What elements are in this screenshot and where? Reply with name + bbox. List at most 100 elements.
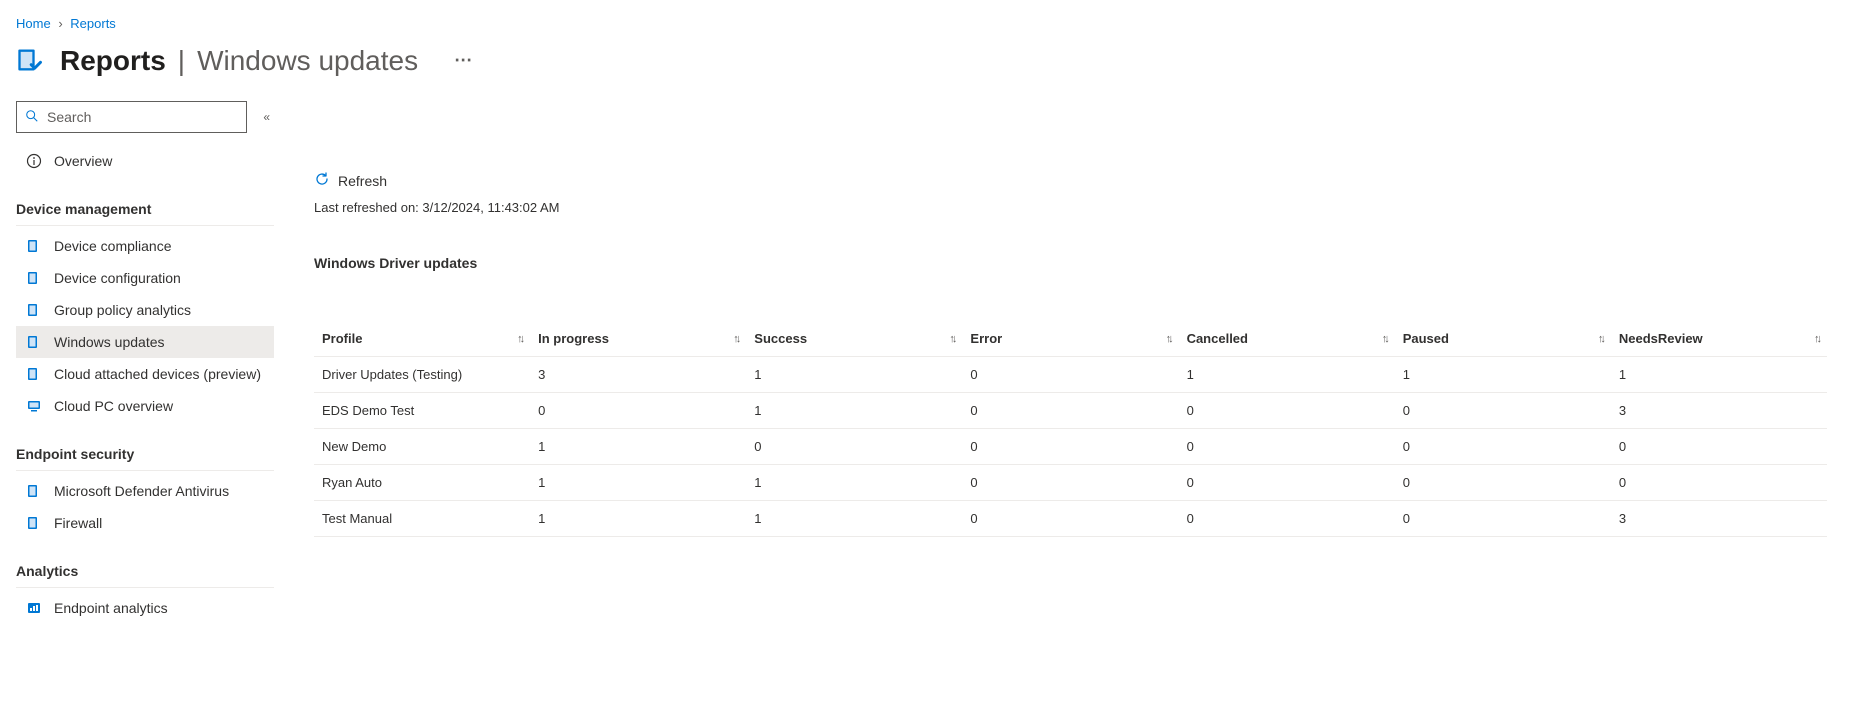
- sort-icon: ↑↓: [949, 333, 954, 345]
- table-cell-profile: EDS Demo Test: [314, 393, 530, 429]
- sidebar-item-group-policy-analytics[interactable]: Group policy analytics: [16, 294, 274, 326]
- analytics-icon: [26, 600, 42, 616]
- sidebar-item-label: Endpoint analytics: [54, 600, 168, 616]
- sidebar-item-firewall[interactable]: Firewall: [16, 507, 274, 539]
- table-cell-cancelled: 1: [1179, 357, 1395, 393]
- table-cell-cancelled: 0: [1179, 429, 1395, 465]
- sidebar-item-label: Microsoft Defender Antivirus: [54, 483, 229, 499]
- device-icon: [26, 483, 42, 499]
- chevron-right-icon: ›: [58, 16, 62, 31]
- column-header-error[interactable]: Error↑↓: [962, 321, 1178, 357]
- table-cell-needs-review: 1: [1611, 357, 1827, 393]
- table-cell-success: 0: [746, 429, 962, 465]
- sidebar-item-device-compliance[interactable]: Device compliance: [16, 230, 274, 262]
- page-title-sub: Windows updates: [197, 45, 418, 77]
- table-cell-paused: 0: [1395, 501, 1611, 537]
- sidebar-section-analytics: Analytics: [16, 557, 274, 588]
- column-header-paused[interactable]: Paused↑↓: [1395, 321, 1611, 357]
- table-cell-success: 1: [746, 465, 962, 501]
- table-cell-in-progress: 0: [530, 393, 746, 429]
- sidebar-section-device-mgmt: Device management: [16, 195, 274, 226]
- table-cell-cancelled: 0: [1179, 393, 1395, 429]
- sidebar-item-label: Overview: [54, 153, 112, 169]
- table-cell-needs-review: 0: [1611, 429, 1827, 465]
- table-cell-needs-review: 3: [1611, 393, 1827, 429]
- refresh-icon: [314, 171, 330, 190]
- table-cell-cancelled: 0: [1179, 465, 1395, 501]
- table-cell-cancelled: 0: [1179, 501, 1395, 537]
- sidebar-item-windows-updates[interactable]: Windows updates: [16, 326, 274, 358]
- sidebar-section-endpoint-security: Endpoint security: [16, 440, 274, 471]
- table-row[interactable]: Driver Updates (Testing)310111: [314, 357, 1827, 393]
- table-cell-in-progress: 1: [530, 465, 746, 501]
- table-row[interactable]: Test Manual110003: [314, 501, 1827, 537]
- device-icon: [26, 515, 42, 531]
- sidebar-item-label: Cloud attached devices (preview): [54, 366, 261, 382]
- column-header-profile[interactable]: Profile↑↓: [314, 321, 530, 357]
- breadcrumb-reports-link[interactable]: Reports: [70, 16, 116, 31]
- device-icon: [26, 270, 42, 286]
- table-cell-success: 1: [746, 393, 962, 429]
- device-icon: [26, 238, 42, 254]
- table-cell-error: 0: [962, 393, 1178, 429]
- table-row[interactable]: Ryan Auto110000: [314, 465, 1827, 501]
- table-cell-error: 0: [962, 357, 1178, 393]
- last-refreshed-text: Last refreshed on: 3/12/2024, 11:43:02 A…: [314, 200, 1827, 215]
- table-cell-needs-review: 0: [1611, 465, 1827, 501]
- collapse-sidebar-button[interactable]: «: [259, 106, 274, 128]
- cloud-pc-icon: [26, 398, 42, 414]
- table-cell-error: 0: [962, 429, 1178, 465]
- column-header-cancelled[interactable]: Cancelled↑↓: [1179, 321, 1395, 357]
- search-box[interactable]: [16, 101, 247, 133]
- table-cell-error: 0: [962, 501, 1178, 537]
- sort-icon: ↑↓: [733, 333, 738, 345]
- more-actions-button[interactable]: ⋯: [454, 50, 474, 77]
- table-cell-paused: 0: [1395, 393, 1611, 429]
- sidebar-item-label: Firewall: [54, 515, 102, 531]
- device-icon: [26, 334, 42, 350]
- page-header: Reports | Windows updates ⋯: [16, 45, 1847, 77]
- table-cell-paused: 1: [1395, 357, 1611, 393]
- column-header-needs-review[interactable]: NeedsReview↑↓: [1611, 321, 1827, 357]
- table-row[interactable]: EDS Demo Test010003: [314, 393, 1827, 429]
- table-cell-in-progress: 1: [530, 501, 746, 537]
- sidebar-item-label: Cloud PC overview: [54, 398, 173, 414]
- sidebar-item-label: Device configuration: [54, 270, 181, 286]
- sidebar-item-device-configuration[interactable]: Device configuration: [16, 262, 274, 294]
- table-cell-needs-review: 3: [1611, 501, 1827, 537]
- sidebar-item-cloud-attached-devices[interactable]: Cloud attached devices (preview): [16, 358, 274, 390]
- sort-icon: ↑↓: [1598, 333, 1603, 345]
- sidebar-item-overview[interactable]: Overview: [16, 145, 274, 177]
- table-cell-profile: Driver Updates (Testing): [314, 357, 530, 393]
- refresh-button[interactable]: Refresh: [314, 171, 1827, 190]
- table-cell-profile: Ryan Auto: [314, 465, 530, 501]
- sidebar-item-endpoint-analytics[interactable]: Endpoint analytics: [16, 592, 274, 624]
- sidebar-item-label: Windows updates: [54, 334, 165, 350]
- table-row[interactable]: New Demo100000: [314, 429, 1827, 465]
- breadcrumb: Home › Reports: [16, 16, 1847, 31]
- sort-icon: ↑↓: [1166, 333, 1171, 345]
- device-icon: [26, 366, 42, 382]
- title-separator: |: [178, 45, 185, 77]
- driver-updates-table: Profile↑↓ In progress↑↓ Success↑↓ Error↑…: [314, 321, 1827, 537]
- table-cell-in-progress: 1: [530, 429, 746, 465]
- table-cell-error: 0: [962, 465, 1178, 501]
- table-cell-in-progress: 3: [530, 357, 746, 393]
- sidebar-item-cloud-pc-overview[interactable]: Cloud PC overview: [16, 390, 274, 422]
- table-cell-profile: Test Manual: [314, 501, 530, 537]
- sidebar-item-label: Group policy analytics: [54, 302, 191, 318]
- sort-icon: ↑↓: [517, 333, 522, 345]
- sidebar-item-label: Device compliance: [54, 238, 172, 254]
- sidebar-item-defender-antivirus[interactable]: Microsoft Defender Antivirus: [16, 475, 274, 507]
- main-content: Refresh Last refreshed on: 3/12/2024, 11…: [274, 171, 1847, 624]
- column-header-in-progress[interactable]: In progress↑↓: [530, 321, 746, 357]
- search-input[interactable]: [47, 109, 238, 125]
- info-icon: [26, 153, 42, 169]
- table-cell-paused: 0: [1395, 429, 1611, 465]
- device-icon: [26, 302, 42, 318]
- table-cell-paused: 0: [1395, 465, 1611, 501]
- device-report-icon: [16, 46, 44, 77]
- breadcrumb-home-link[interactable]: Home: [16, 16, 51, 31]
- table-cell-success: 1: [746, 357, 962, 393]
- column-header-success[interactable]: Success↑↓: [746, 321, 962, 357]
